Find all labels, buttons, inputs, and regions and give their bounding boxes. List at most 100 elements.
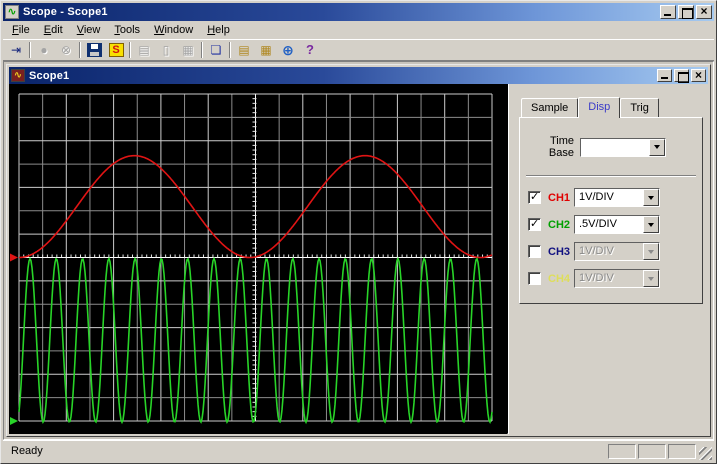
ch3-dropdown-button [643, 243, 659, 260]
toolbar-properties-button[interactable]: ▤ [233, 40, 255, 60]
ch1-checkbox[interactable] [528, 191, 541, 204]
menu-item-edit[interactable]: Edit [37, 22, 70, 38]
toolbar-print-button: ▦ [177, 40, 199, 60]
ch4-checkbox[interactable] [528, 272, 541, 285]
chevron-down-icon [648, 196, 654, 200]
stop-icon: ⊗ [59, 43, 74, 57]
record-icon: ● [37, 43, 52, 57]
tab-control: SampleDispTrig Time Base [519, 96, 703, 304]
status-text: Ready [11, 445, 606, 457]
ch2-checkbox[interactable] [528, 218, 541, 231]
time-base-dropdown-button[interactable] [649, 139, 665, 156]
close-button[interactable] [691, 69, 706, 82]
copy-icon: ❏ [209, 43, 224, 57]
minimize-button[interactable] [657, 69, 672, 82]
toolbar-separator [29, 42, 31, 58]
time-base-value[interactable] [581, 139, 649, 156]
menu-item-tools[interactable]: Tools [107, 22, 147, 38]
child-body: SampleDispTrig Time Base [9, 84, 708, 434]
control-panel: SampleDispTrig Time Base [508, 84, 708, 434]
status-panes [606, 444, 696, 459]
resize-grip[interactable] [699, 447, 712, 460]
toolbar-separator [129, 42, 131, 58]
print-preview-icon: ▤ [137, 43, 152, 57]
globe-icon: ⊕ [281, 43, 296, 57]
toolbar: ⇥ ● ⊗ S ▤ ▯ ▦ ❏ ▤ ▦ ⊕? [3, 39, 714, 61]
ch4-label: CH4 [541, 273, 574, 285]
child-window-title: Scope1 [29, 70, 657, 82]
ch4-dropdown-button [643, 270, 659, 287]
ch2-row: CH2.5V/DIV [528, 211, 696, 238]
toolbar-print-preview-button: ▤ [133, 40, 155, 60]
ch1-row: CH11V/DIV [528, 184, 696, 211]
status-pane-3 [668, 444, 696, 459]
title-bar[interactable]: ∿ Scope - Scope1 [3, 3, 714, 21]
ch3-label: CH3 [541, 246, 574, 258]
child-window-buttons [657, 69, 706, 82]
maximize-button[interactable] [678, 5, 694, 19]
toolbar-s-badge-button[interactable]: S [105, 40, 127, 60]
toolbar-grid-button[interactable]: ▦ [255, 40, 277, 60]
window-title: Scope - Scope1 [23, 6, 660, 18]
paste-icon: ▯ [159, 43, 174, 57]
ch1-dropdown-button[interactable] [643, 189, 659, 206]
ch4-row: CH41V/DIV [528, 265, 696, 292]
tab-trig[interactable]: Trig [620, 98, 659, 117]
exit-icon: ⇥ [9, 43, 24, 57]
scope1-icon: ∿ [11, 69, 25, 82]
chevron-down-icon [648, 277, 654, 281]
ch2-dropdown-button[interactable] [643, 216, 659, 233]
ch3-row: CH31V/DIV [528, 238, 696, 265]
ch3-checkbox[interactable] [528, 245, 541, 258]
toolbar-record-button: ● [33, 40, 55, 60]
toolbar-copy-button[interactable]: ❏ [205, 40, 227, 60]
menu-item-view[interactable]: View [70, 22, 108, 38]
time-base-row: Time Base [524, 135, 696, 159]
status-pane-2 [638, 444, 666, 459]
toolbar-globe-button[interactable]: ⊕ [277, 40, 299, 60]
ch2-scale-value[interactable]: .5V/DIV [575, 216, 643, 233]
print-icon: ▦ [181, 43, 196, 57]
ch1-scale-dropdown[interactable]: 1V/DIV [574, 188, 660, 207]
minimize-button[interactable] [660, 5, 676, 19]
disp-tab-panel: Time Base CH11V/DIVCH2.5V/DIVCH31V/DIVCH… [519, 117, 703, 304]
toolbar-stop-button: ⊗ [55, 40, 77, 60]
window-buttons [660, 5, 712, 19]
time-base-dropdown[interactable] [580, 138, 666, 157]
channel-rows: CH11V/DIVCH2.5V/DIVCH31V/DIVCH41V/DIV [528, 184, 696, 292]
ch4-scale-dropdown: 1V/DIV [574, 269, 660, 288]
ch4-scale-value: 1V/DIV [575, 270, 643, 287]
chevron-down-icon [648, 223, 654, 227]
grid-icon: ▦ [259, 43, 274, 57]
menu-item-help[interactable]: Help [200, 22, 237, 38]
maximize-button[interactable] [674, 69, 689, 82]
tab-strip: SampleDispTrig [519, 96, 703, 117]
tab-disp[interactable]: Disp [578, 97, 620, 118]
close-button[interactable] [696, 5, 712, 19]
toolbar-separator [229, 42, 231, 58]
menu-item-window[interactable]: Window [147, 22, 200, 38]
ch3-scale-dropdown: 1V/DIV [574, 242, 660, 261]
separator [526, 175, 696, 177]
chevron-down-icon [648, 250, 654, 254]
toolbar-exit-button[interactable]: ⇥ [5, 40, 27, 60]
menu-item-file[interactable]: File [5, 22, 37, 38]
mdi-client-area: ∿ Scope1 SampleDispTrig Time Base [3, 61, 714, 440]
help-icon: ? [303, 43, 318, 57]
s-badge-icon: S [109, 43, 124, 57]
toolbar-separator [79, 42, 81, 58]
tab-sample[interactable]: Sample [521, 98, 578, 117]
app-icon: ∿ [5, 5, 19, 19]
chevron-down-icon [654, 145, 660, 149]
ch3-scale-value: 1V/DIV [575, 243, 643, 260]
toolbar-save-button[interactable] [83, 40, 105, 60]
toolbar-paste-button: ▯ [155, 40, 177, 60]
app-window: ∿ Scope - Scope1 FileEditViewToolsWindow… [0, 0, 717, 464]
save-icon [87, 43, 102, 57]
status-pane-1 [608, 444, 636, 459]
ch2-scale-dropdown[interactable]: .5V/DIV [574, 215, 660, 234]
toolbar-help-button[interactable]: ? [299, 40, 321, 60]
ch1-scale-value[interactable]: 1V/DIV [575, 189, 643, 206]
child-title-bar[interactable]: ∿ Scope1 [9, 67, 708, 84]
properties-icon: ▤ [237, 43, 252, 57]
